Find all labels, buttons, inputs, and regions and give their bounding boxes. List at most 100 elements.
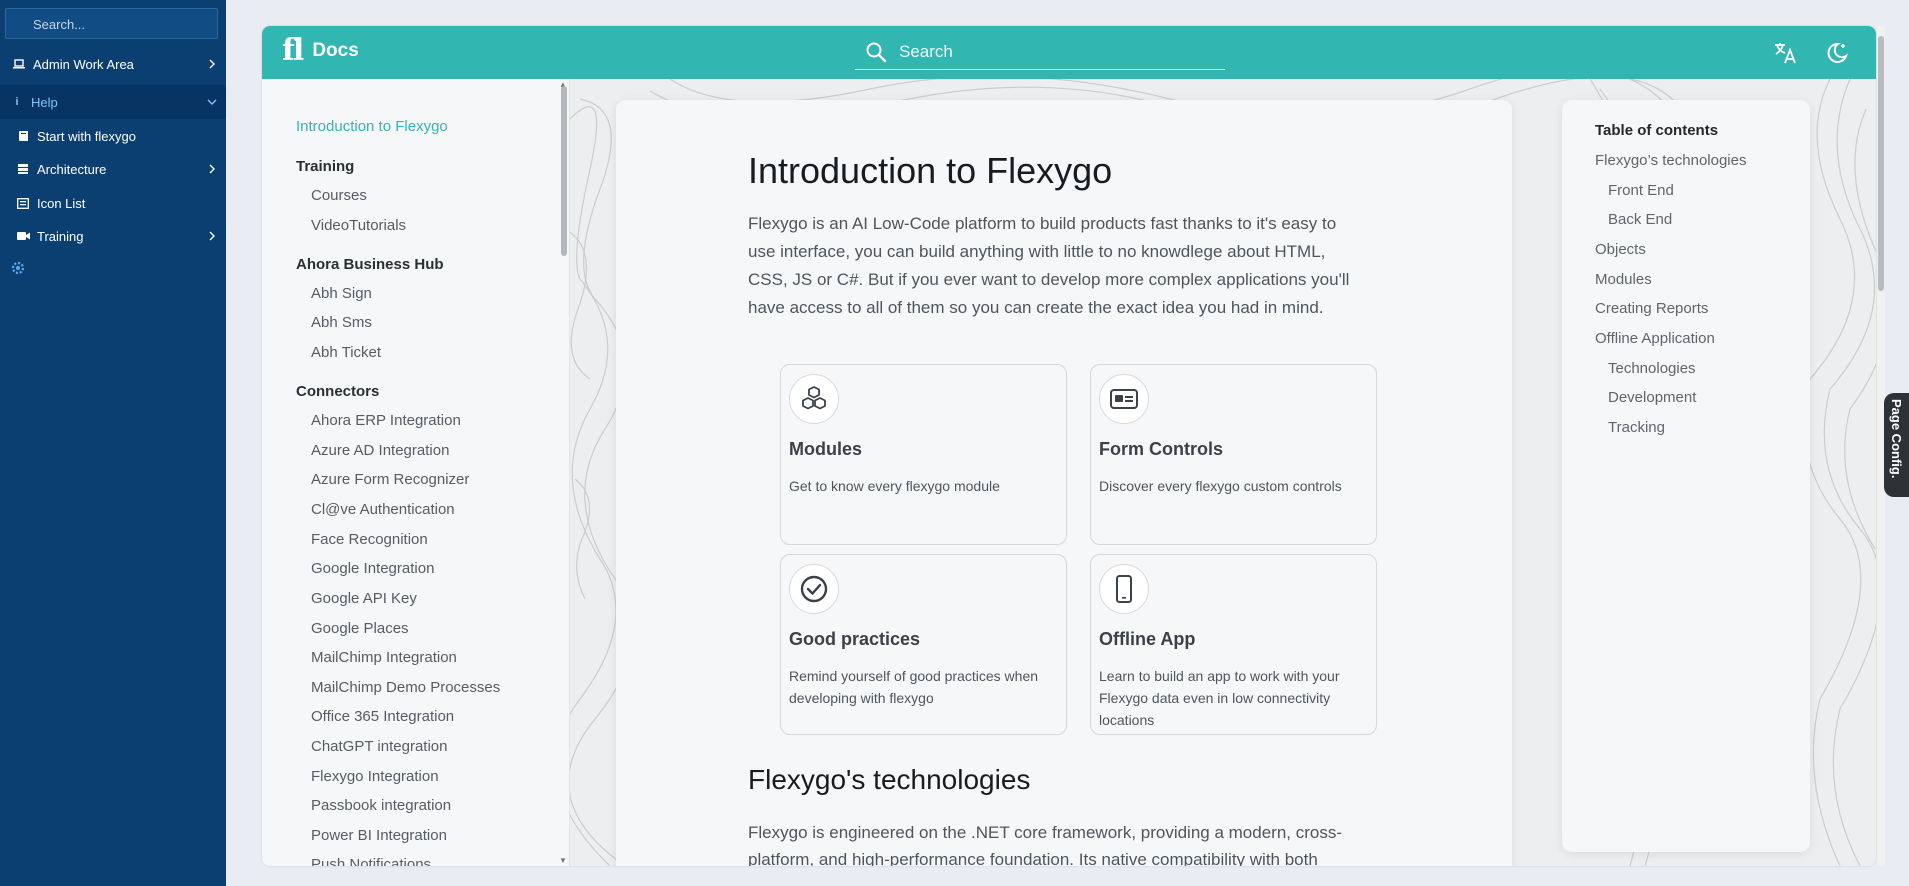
sidebar-search-placeholder: Search...: [33, 17, 86, 32]
docs-topbar: fl Docs Search: [262, 26, 1876, 79]
nav-link-abh-sign[interactable]: Abh Sign: [311, 285, 372, 302]
nav-link-abh-ticket[interactable]: Abh Ticket: [311, 344, 381, 361]
chevron-right-icon: [209, 59, 215, 69]
page-scrollbar-thumb[interactable]: [1878, 36, 1884, 291]
toc-item[interactable]: Flexygo’s technologies: [1595, 152, 1746, 169]
card-description: Remind yourself of good practices when d…: [789, 668, 1039, 706]
card-title: Good practices: [789, 629, 921, 649]
nav-link-connector[interactable]: ChatGPT integration: [311, 738, 447, 755]
section-paragraph: Flexygo is engineered on the .NET core f…: [748, 823, 1343, 866]
intro-paragraph: Flexygo is an AI Low-Code platform to bu…: [748, 214, 1350, 317]
card-description: Discover every flexygo custom controls: [1099, 478, 1342, 494]
check-circle-icon: [789, 564, 839, 614]
page-config-tab[interactable]: Page Config.: [1884, 393, 1909, 497]
docs-navigation: Introduction to Flexygo Training Courses…: [262, 79, 570, 866]
sidebar-item-label: Help: [31, 94, 58, 110]
mobile-icon: [1099, 564, 1149, 614]
nav-heading-training: Training: [296, 158, 355, 175]
gear-icon[interactable]: [10, 260, 26, 276]
toc-item[interactable]: Tracking: [1608, 419, 1665, 436]
nav-link-connector[interactable]: Google API Key: [311, 590, 417, 607]
toc-item[interactable]: Creating Reports: [1595, 300, 1708, 317]
sidebar-item-label: Training: [37, 228, 84, 244]
card-description: Learn to build an app to work with your …: [1099, 668, 1340, 728]
sidebar-item-label: Icon List: [37, 195, 86, 211]
nav-link-connector[interactable]: Push Notifications: [311, 856, 431, 866]
chevron-right-icon: [209, 164, 215, 174]
nav-link-connector[interactable]: Cl@ve Authentication: [311, 501, 455, 518]
sidebar-item-admin-work-area[interactable]: Admin Work Area: [0, 47, 226, 81]
section-heading: Flexygo's technologies: [748, 764, 1031, 795]
nav-link-videotutorials[interactable]: VideoTutorials: [311, 217, 406, 234]
docs-nav-scrollbar[interactable]: [561, 86, 567, 256]
search-icon: [866, 42, 887, 63]
info-icon: i: [15, 96, 19, 108]
chevron-right-icon: [209, 231, 215, 241]
sidebar-item-icon-list[interactable]: Icon List: [0, 186, 226, 220]
toc-item[interactable]: Front End: [1608, 182, 1674, 199]
nav-link-connector[interactable]: Face Recognition: [311, 531, 428, 548]
docs-frame: fl Docs Search Introduction to Flexygo T…: [262, 26, 1876, 866]
chevron-down-icon: [207, 99, 217, 105]
nav-link-introduction[interactable]: Introduction to Flexygo: [296, 118, 448, 135]
toc-item[interactable]: Modules: [1595, 271, 1652, 288]
sidebar-search-input[interactable]: Search...: [5, 8, 218, 39]
page-title: Introduction to Flexygo: [748, 150, 1113, 191]
docs-logo[interactable]: fl Docs: [282, 36, 359, 66]
toc-item[interactable]: Development: [1608, 389, 1696, 406]
table-of-contents: Table of contents Flexygo’s technologies…: [1562, 100, 1810, 852]
toc-item[interactable]: Offline Application: [1595, 330, 1715, 347]
nav-link-abh-sms[interactable]: Abh Sms: [311, 314, 372, 331]
nav-link-connector[interactable]: MailChimp Demo Processes: [311, 679, 500, 696]
id-card-icon: [1099, 374, 1149, 424]
card-offline-app[interactable]: Offline App Learn to build an app to wor…: [1090, 554, 1377, 735]
sidebar-item-label: Admin Work Area: [33, 56, 134, 72]
laptop-icon: [12, 57, 26, 71]
video-icon: [16, 229, 30, 243]
book-icon: [16, 129, 30, 143]
nav-link-connector[interactable]: Google Integration: [311, 560, 434, 577]
dark-mode-icon[interactable]: [1824, 40, 1850, 66]
nav-link-connector[interactable]: Azure Form Recognizer: [311, 471, 469, 488]
card-title: Modules: [789, 439, 863, 459]
sidebar-item-architecture[interactable]: Architecture: [0, 152, 226, 186]
toc-item[interactable]: Objects: [1595, 241, 1646, 258]
sidebar-item-help[interactable]: i Help: [0, 85, 226, 119]
nav-link-connector[interactable]: Power BI Integration: [311, 827, 447, 844]
sidebar-item-training[interactable]: Training: [0, 219, 226, 253]
docs-brand-label: Docs: [312, 40, 359, 61]
nav-link-connector[interactable]: Google Places: [311, 620, 409, 637]
docs-search-input[interactable]: Search: [855, 35, 1225, 70]
translate-icon[interactable]: [1773, 40, 1799, 66]
nav-link-connector[interactable]: Passbook integration: [311, 797, 451, 814]
toc-item[interactable]: Technologies: [1608, 360, 1696, 377]
cubes-icon: [789, 374, 839, 424]
flexygo-logo-mark: fl: [282, 33, 304, 68]
sidebar-item-label: Architecture: [37, 161, 107, 177]
toc-item[interactable]: Back End: [1608, 211, 1672, 228]
nav-heading-ahora-business-hub: Ahora Business Hub: [296, 256, 444, 273]
card-form-controls[interactable]: Form Controls Discover every flexygo cus…: [1090, 364, 1377, 545]
page-config-label: Page Config.: [1889, 399, 1904, 479]
nav-link-connector[interactable]: Azure AD Integration: [311, 442, 449, 459]
card-modules[interactable]: Modules Get to know every flexygo module: [780, 364, 1067, 545]
sidebar-item-label: Start with flexygo: [37, 128, 136, 144]
card-title: Form Controls: [1099, 439, 1223, 459]
list-icon: [16, 196, 30, 210]
card-title: Offline App: [1099, 629, 1196, 649]
toc-heading: Table of contents: [1595, 122, 1719, 139]
nav-link-connector[interactable]: MailChimp Integration: [311, 649, 457, 666]
article-content: Introduction to Flexygo Flexygo is an AI…: [616, 100, 1512, 866]
sidebar-item-start-with-flexygo[interactable]: Start with flexygo: [0, 119, 226, 153]
card-good-practices[interactable]: Good practices Remind yourself of good p…: [780, 554, 1067, 735]
app-sidebar: Search... Admin Work Area i Help Start w…: [0, 0, 226, 886]
nav-heading-connectors: Connectors: [296, 383, 380, 400]
nav-link-connector[interactable]: Flexygo Integration: [311, 768, 439, 785]
scroll-down-arrow-icon[interactable]: ▼: [559, 856, 567, 865]
layers-icon: [16, 162, 30, 176]
card-description: Get to know every flexygo module: [789, 478, 1000, 494]
nav-link-connector[interactable]: Ahora ERP Integration: [311, 412, 461, 429]
nav-link-courses[interactable]: Courses: [311, 187, 367, 204]
docs-search-placeholder: Search: [899, 42, 953, 61]
nav-link-connector[interactable]: Office 365 Integration: [311, 708, 454, 725]
